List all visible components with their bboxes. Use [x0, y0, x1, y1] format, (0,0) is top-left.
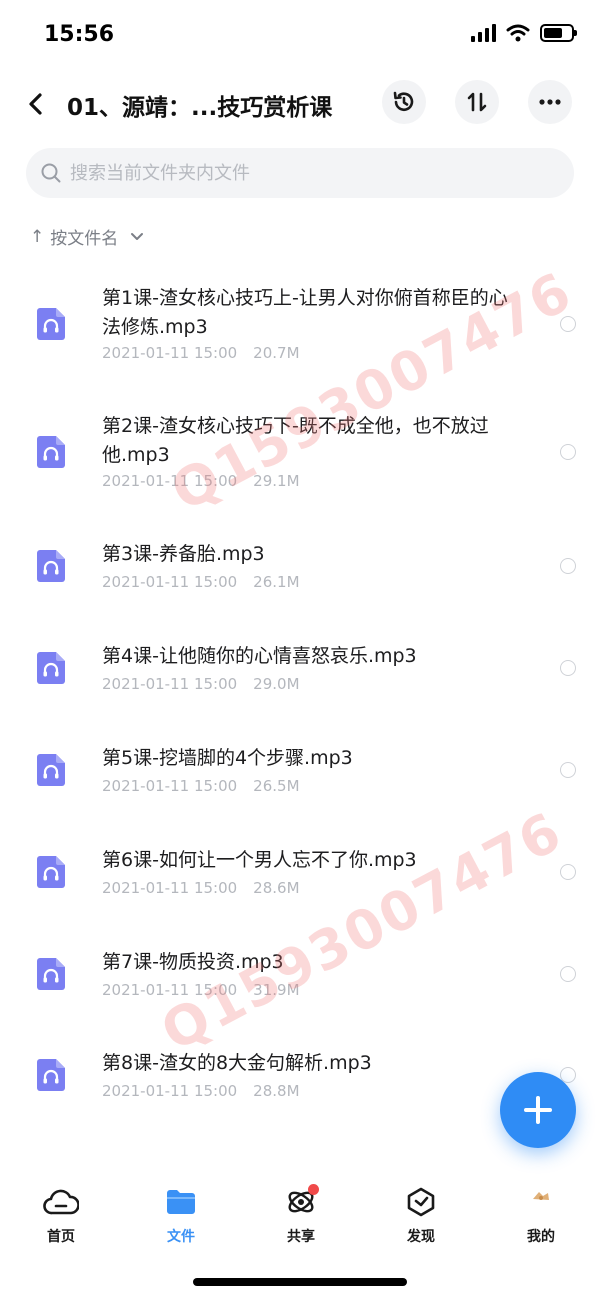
file-date: 2021-01-11 15:00 — [102, 777, 238, 795]
search-bar[interactable] — [26, 148, 574, 198]
tab-label: 文件 — [167, 1229, 195, 1245]
file-name: 第4课-让他随你的心情喜怒哀乐.mp3 — [102, 645, 417, 667]
file-name: 第3课-养备胎.mp3 — [102, 543, 265, 565]
orbit-icon — [283, 1184, 319, 1220]
select-radio[interactable] — [560, 444, 576, 460]
file-meta: 2021-01-11 15:00 29.0M — [102, 675, 300, 693]
status-time: 15:56 — [44, 22, 115, 47]
select-radio[interactable] — [560, 966, 576, 982]
file-size: 28.6M — [253, 879, 300, 897]
battery-icon — [540, 24, 577, 42]
file-meta: 2021-01-11 15:00 28.8M — [102, 1082, 300, 1100]
audio-file-icon — [37, 856, 65, 888]
file-date: 2021-01-11 15:00 — [102, 675, 238, 693]
audio-file-icon — [37, 436, 65, 468]
file-size: 26.1M — [253, 573, 300, 591]
watermark: Q1593007476 — [151, 799, 573, 1064]
file-size: 29.1M — [253, 472, 300, 490]
chevron-left-icon — [29, 93, 42, 115]
header: 01、源靖：...技巧赏析课 — [0, 74, 600, 132]
file-date: 2021-01-11 15:00 — [102, 472, 238, 490]
file-size: 28.8M — [253, 1082, 300, 1100]
sort-arrow-icon: ↑ — [30, 226, 45, 247]
file-meta: 2021-01-11 15:00 28.6M — [102, 879, 300, 897]
tab-home[interactable]: 首页 — [21, 1184, 101, 1246]
search-input[interactable] — [70, 162, 550, 184]
file-meta: 2021-01-11 15:00 31.9M — [102, 981, 300, 999]
cellular-signal-icon — [471, 24, 496, 42]
home-indicator — [193, 1278, 407, 1286]
file-name: 第7课-物质投资.mp3 — [102, 951, 284, 973]
tab-label: 共享 — [287, 1229, 315, 1245]
tab-share[interactable]: 共享 — [261, 1184, 341, 1246]
avatar-icon — [523, 1184, 559, 1220]
select-radio[interactable] — [560, 558, 576, 574]
file-size: 20.7M — [253, 344, 300, 362]
select-radio[interactable] — [560, 316, 576, 332]
tab-label: 发现 — [407, 1229, 435, 1245]
more-icon — [539, 99, 561, 105]
tab-files[interactable]: 文件 — [141, 1184, 221, 1246]
file-date: 2021-01-11 15:00 — [102, 344, 238, 362]
audio-file-icon — [37, 958, 65, 990]
file-name: 第8课-渣女的8大金句解析.mp3 — [102, 1052, 372, 1074]
history-button[interactable] — [382, 80, 426, 124]
history-icon — [393, 91, 414, 111]
status-icons — [471, 24, 577, 42]
file-size: 31.9M — [253, 981, 300, 999]
tab-me[interactable]: 我的 — [501, 1184, 581, 1246]
file-name: 第2课-渣女核心技巧下-既不成全他，也不放过他.mp3 — [102, 415, 489, 466]
select-radio[interactable] — [560, 762, 576, 778]
tab-bar: 首页 文件 共享 发现 我的 — [0, 1176, 600, 1256]
file-date: 2021-01-11 15:00 — [102, 879, 238, 897]
sort-label: 按文件名 — [50, 229, 119, 249]
file-date: 2021-01-11 15:00 — [102, 573, 238, 591]
file-name: 第5课-挖墙脚的4个步骤.mp3 — [102, 747, 353, 769]
notification-badge — [308, 1184, 319, 1195]
compass-icon — [403, 1184, 439, 1220]
sort-order-button[interactable] — [455, 80, 499, 124]
file-name: 第1课-渣女核心技巧上-让男人对你俯首称臣的心法修炼.mp3 — [102, 287, 508, 338]
page-title: 01、源靖：...技巧赏析课 — [67, 95, 333, 121]
audio-file-icon — [37, 754, 65, 786]
audio-file-icon — [37, 308, 65, 340]
select-radio[interactable] — [560, 864, 576, 880]
file-meta: 2021-01-11 15:00 29.1M — [102, 472, 300, 490]
file-date: 2021-01-11 15:00 — [102, 1082, 238, 1100]
file-date: 2021-01-11 15:00 — [102, 981, 238, 999]
chevron-down-icon — [131, 232, 144, 240]
file-size: 26.5M — [253, 777, 300, 795]
tab-label: 首页 — [47, 1229, 75, 1245]
folder-icon — [163, 1184, 199, 1220]
add-button[interactable] — [500, 1072, 576, 1148]
file-name: 第6课-如何让一个男人忘不了你.mp3 — [102, 849, 417, 871]
more-button[interactable] — [528, 80, 572, 124]
file-meta: 2021-01-11 15:00 20.7M — [102, 344, 300, 362]
audio-file-icon — [37, 652, 65, 684]
cloud-face-icon — [43, 1184, 79, 1220]
tab-discover[interactable]: 发现 — [381, 1184, 461, 1246]
status-bar: 15:56 — [0, 0, 600, 70]
wifi-icon — [506, 24, 530, 42]
sort-arrows-icon — [467, 92, 487, 112]
search-icon — [41, 163, 61, 183]
audio-file-icon — [37, 1059, 65, 1091]
back-button[interactable] — [18, 86, 54, 122]
file-meta: 2021-01-11 15:00 26.1M — [102, 573, 300, 591]
select-radio[interactable] — [560, 660, 576, 676]
file-size: 29.0M — [253, 675, 300, 693]
file-meta: 2021-01-11 15:00 26.5M — [102, 777, 300, 795]
plus-icon — [524, 1096, 552, 1124]
audio-file-icon — [37, 550, 65, 582]
tab-label: 我的 — [527, 1229, 555, 1245]
sort-dropdown[interactable]: ↑ 按文件名 — [30, 224, 144, 249]
